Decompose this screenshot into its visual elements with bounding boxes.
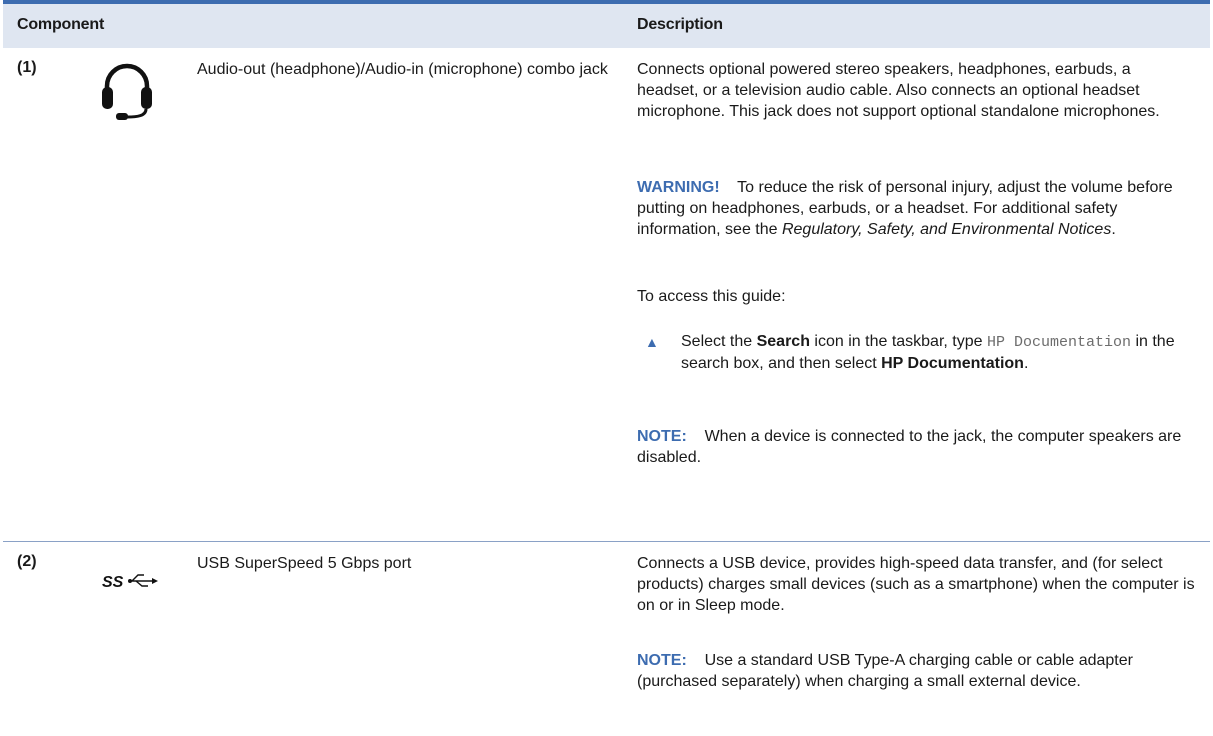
component-name: Audio-out (headphone)/Audio-in (micropho… (197, 61, 608, 78)
description-text: Connects a USB device, provides high-spe… (637, 555, 1195, 614)
warning-end: . (1111, 221, 1116, 238)
step-code: HP Documentation (986, 334, 1132, 351)
row-number: (1) (17, 59, 37, 76)
step-block: ▲ Select the Search icon in the taskbar,… (637, 331, 1195, 401)
description-main: Connects optional powered stereo speaker… (637, 59, 1195, 122)
description-main: Connects a USB device, provides high-spe… (637, 553, 1195, 616)
row-number: (2) (17, 553, 37, 570)
note-label: NOTE: (637, 652, 687, 669)
step-text-2: icon in the taskbar, type (809, 333, 987, 350)
warning-doc-title: Regulatory, Safety, and Environmental No… (781, 221, 1112, 238)
headphone-icon (99, 60, 155, 125)
header-component: Component (17, 16, 105, 33)
warning-label: WARNING! (637, 179, 720, 196)
usb-superspeed-icon: SS (102, 569, 162, 602)
note-block: NOTE: When a device is connected to the … (637, 426, 1195, 468)
table-row: (1) Audio-out (headphone)/Audio-in (micr… (3, 48, 1210, 542)
usb-superspeed-icon-text: SS (102, 574, 124, 591)
note-text: When a device is connected to the jack, … (637, 428, 1182, 466)
header-description: Description (637, 16, 723, 33)
access-text: To access this guide: (637, 288, 786, 305)
note-label: NOTE: (637, 428, 687, 445)
triangle-bullet-icon: ▲ (645, 334, 659, 350)
description-text: Connects optional powered stereo speaker… (637, 61, 1160, 120)
component-table: Component Description (1) Audio-out (hea… (3, 0, 1210, 732)
step-search-bold: Search (756, 333, 810, 350)
step-text-1: Select the (681, 333, 757, 350)
step-text-4: . (1023, 355, 1029, 372)
note-block: NOTE: Use a standard USB Type-A charging… (637, 650, 1195, 692)
table-row: (2) SS USB SuperSpeed 5 Gbps port Connec… (3, 542, 1210, 732)
component-name: USB SuperSpeed 5 Gbps port (197, 555, 412, 572)
table-header: Component Description (3, 4, 1210, 48)
step-hp-documentation-bold: HP Documentation (881, 355, 1024, 372)
access-text-block: To access this guide: (637, 286, 1195, 307)
note-text: Use a standard USB Type-A charging cable… (637, 652, 1133, 690)
warning-block: WARNING! To reduce the risk of personal … (637, 177, 1195, 240)
